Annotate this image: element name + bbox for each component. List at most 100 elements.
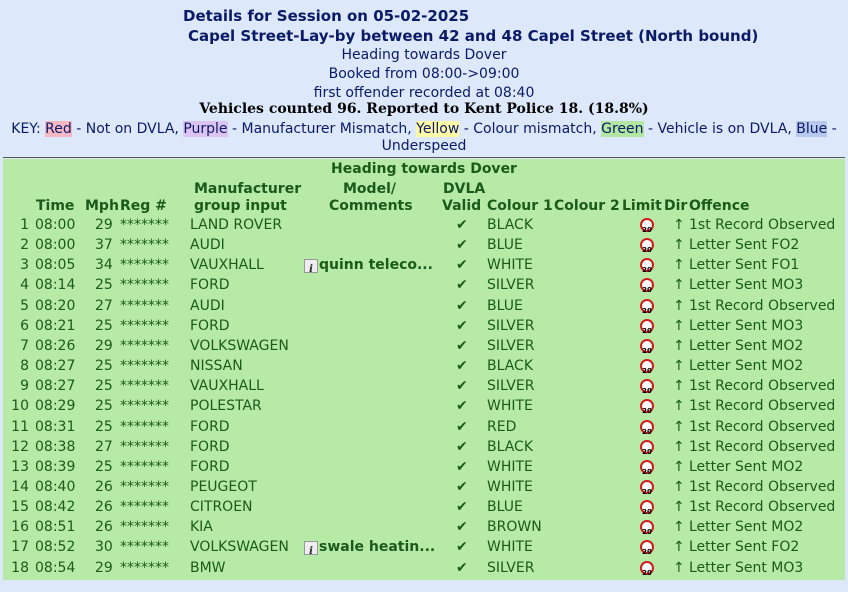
row-reg: ******* (120, 257, 169, 273)
direction-arrow-icon: ↑ (673, 217, 685, 233)
speed-limit-value: 20 (640, 278, 654, 294)
direction-arrow-icon: ↑ (673, 298, 685, 314)
row-time: 08:27 (35, 358, 76, 374)
row-time: 08:00 (35, 237, 76, 253)
speed-limit-value: 20 (640, 258, 654, 274)
header-mph: Mph (85, 198, 119, 214)
table-row[interactable]: 2 08:00 37 ******* AUDI ✔ BLUE 20 ↑ Letter Sent F… (3, 235, 845, 255)
speed-limit-value: 20 (640, 420, 654, 436)
row-index: 17 (11, 539, 29, 555)
row-time: 08:27 (35, 378, 76, 394)
speed-limit-value: 20 (640, 359, 654, 375)
table-row[interactable]: 3 08:05 34 ******* VAUXHALL i quinn teleco... ✔… (3, 255, 845, 275)
table-row[interactable]: 1 08:00 29 ******* LAND ROVER ✔ BLACK 20 ↑ 1st Re… (3, 215, 845, 235)
row-mph: 25 (95, 318, 113, 334)
table-row[interactable]: 7 08:26 29 ******* VOLKSWAGEN ✔ SILVER 20 ↑ Lette… (3, 336, 845, 356)
table-row[interactable]: 17 08:52 30 ******* VOLKSWAGEN i swale heatin.… (3, 537, 845, 557)
dvla-valid-check-icon: ✔ (456, 439, 468, 455)
row-index: 4 (20, 277, 29, 293)
row-manufacturer: FORD (190, 318, 230, 334)
row-index: 3 (20, 257, 29, 273)
table-row[interactable]: 9 08:27 25 ******* VAUXHALL ✔ SILVER 20 ↑ 1st Rec… (3, 376, 845, 396)
row-offence: 1st Record Observed (689, 378, 836, 394)
speed-limit-value: 20 (640, 238, 654, 254)
table-row[interactable]: 16 08:51 26 ******* KIA ✔ BROWN 20 ↑ Letter Sent … (3, 517, 845, 537)
row-reg: ******* (120, 439, 169, 455)
header-dvla: DVLA (443, 181, 486, 197)
row-manufacturer: POLESTAR (190, 398, 262, 414)
row-mph: 29 (95, 217, 113, 233)
table-row[interactable]: 11 08:31 25 ******* FORD ✔ RED 20 ↑ 1st Record Ob… (3, 417, 845, 437)
table-row[interactable]: 14 08:40 26 ******* PEUGEOT ✔ WHITE 20 ↑ 1st Reco… (3, 477, 845, 497)
row-comment[interactable]: quinn teleco... (319, 255, 433, 275)
dvla-valid-check-icon: ✔ (456, 398, 468, 414)
row-manufacturer: FORD (190, 277, 230, 293)
speed-limit-value: 20 (640, 561, 654, 577)
row-colour1: BLACK (487, 439, 534, 455)
key-red: Red (45, 121, 72, 137)
header-colour1: Colour 1 (487, 198, 553, 214)
row-index: 18 (11, 560, 29, 576)
table-row[interactable]: 4 08:14 25 ******* FORD ✔ SILVER 20 ↑ Letter Sent… (3, 275, 845, 295)
direction-arrow-icon: ↑ (673, 378, 685, 394)
row-time: 08:42 (35, 499, 76, 515)
row-manufacturer: AUDI (190, 237, 225, 253)
row-colour1: WHITE (487, 398, 533, 414)
direction-arrow-icon: ↑ (673, 539, 685, 555)
speed-limit-value: 20 (640, 440, 654, 456)
row-colour1: RED (487, 419, 517, 435)
row-colour1: SILVER (487, 338, 535, 354)
dvla-valid-check-icon: ✔ (456, 257, 468, 273)
dvla-valid-check-icon: ✔ (456, 419, 468, 435)
row-index: 14 (11, 479, 29, 495)
table-row[interactable]: 12 08:38 27 ******* FORD ✔ BLACK 20 ↑ 1st Record … (3, 437, 845, 457)
row-offence: Letter Sent MO2 (689, 358, 804, 374)
table-row[interactable]: 18 08:54 29 ******* BMW ✔ SILVER 20 ↑ Letter Sent… (3, 558, 845, 578)
row-manufacturer: FORD (190, 459, 230, 475)
dvla-valid-check-icon: ✔ (456, 378, 468, 394)
row-mph: 25 (95, 398, 113, 414)
row-offence: 1st Record Observed (689, 419, 836, 435)
row-mph: 25 (95, 459, 113, 475)
speed-limit-sign-icon: 20 (640, 561, 654, 581)
dvla-valid-check-icon: ✔ (456, 358, 468, 374)
header-colour2: Colour 2 (554, 198, 620, 214)
speed-limit-sign-icon: 20 (640, 540, 654, 560)
heading-line: Heading towards Dover (341, 47, 507, 63)
row-reg: ******* (120, 237, 169, 253)
table-row[interactable]: 5 08:20 27 ******* AUDI ✔ BLUE 20 ↑ 1st Record Ob… (3, 296, 845, 316)
row-comment[interactable]: swale heatin... (319, 537, 435, 557)
row-reg: ******* (120, 378, 169, 394)
dvla-valid-check-icon: ✔ (456, 560, 468, 576)
table-row[interactable]: 8 08:27 25 ******* NISSAN ✔ BLACK 20 ↑ Letter Sen… (3, 356, 845, 376)
table-row[interactable]: 15 08:42 26 ******* CITROEN ✔ BLUE 20 ↑ 1st Recor… (3, 497, 845, 517)
direction-arrow-icon: ↑ (673, 358, 685, 374)
info-icon[interactable]: i (304, 537, 318, 560)
row-mph: 29 (95, 338, 113, 354)
row-manufacturer: BMW (190, 560, 226, 576)
row-offence: Letter Sent FO2 (689, 237, 800, 253)
header-group-input: group input (194, 198, 287, 214)
row-offence: 1st Record Observed (689, 217, 836, 233)
dvla-valid-check-icon: ✔ (456, 318, 468, 334)
header-reg: Reg # (120, 198, 167, 214)
table-row[interactable]: 13 08:39 25 ******* FORD ✔ WHITE 20 ↑ Letter Sent… (3, 457, 845, 477)
table-row[interactable]: 10 08:29 25 ******* POLESTAR ✔ WHITE 20 ↑ 1st Rec… (3, 396, 845, 416)
direction-arrow-icon: ↑ (673, 499, 685, 515)
row-colour1: BLACK (487, 358, 534, 374)
row-colour1: WHITE (487, 459, 533, 475)
row-reg: ******* (120, 318, 169, 334)
info-icon-glyph: i (304, 541, 318, 557)
dvla-valid-check-icon: ✔ (456, 479, 468, 495)
key-purple: Purple (183, 121, 228, 137)
table-row[interactable]: 6 08:21 25 ******* FORD ✔ SILVER 20 ↑ Letter Sent… (3, 316, 845, 336)
session-title: Details for Session on 05-02-2025 (183, 7, 470, 25)
speed-limit-value: 20 (640, 520, 654, 536)
speed-limit-value: 20 (640, 379, 654, 395)
session-location: Capel Street-Lay-by between 42 and 48 Ca… (188, 27, 759, 45)
row-colour1: SILVER (487, 277, 535, 293)
row-index: 2 (20, 237, 29, 253)
row-colour1: WHITE (487, 539, 533, 555)
header-model: Model/ (343, 181, 396, 197)
row-index: 5 (20, 298, 29, 314)
